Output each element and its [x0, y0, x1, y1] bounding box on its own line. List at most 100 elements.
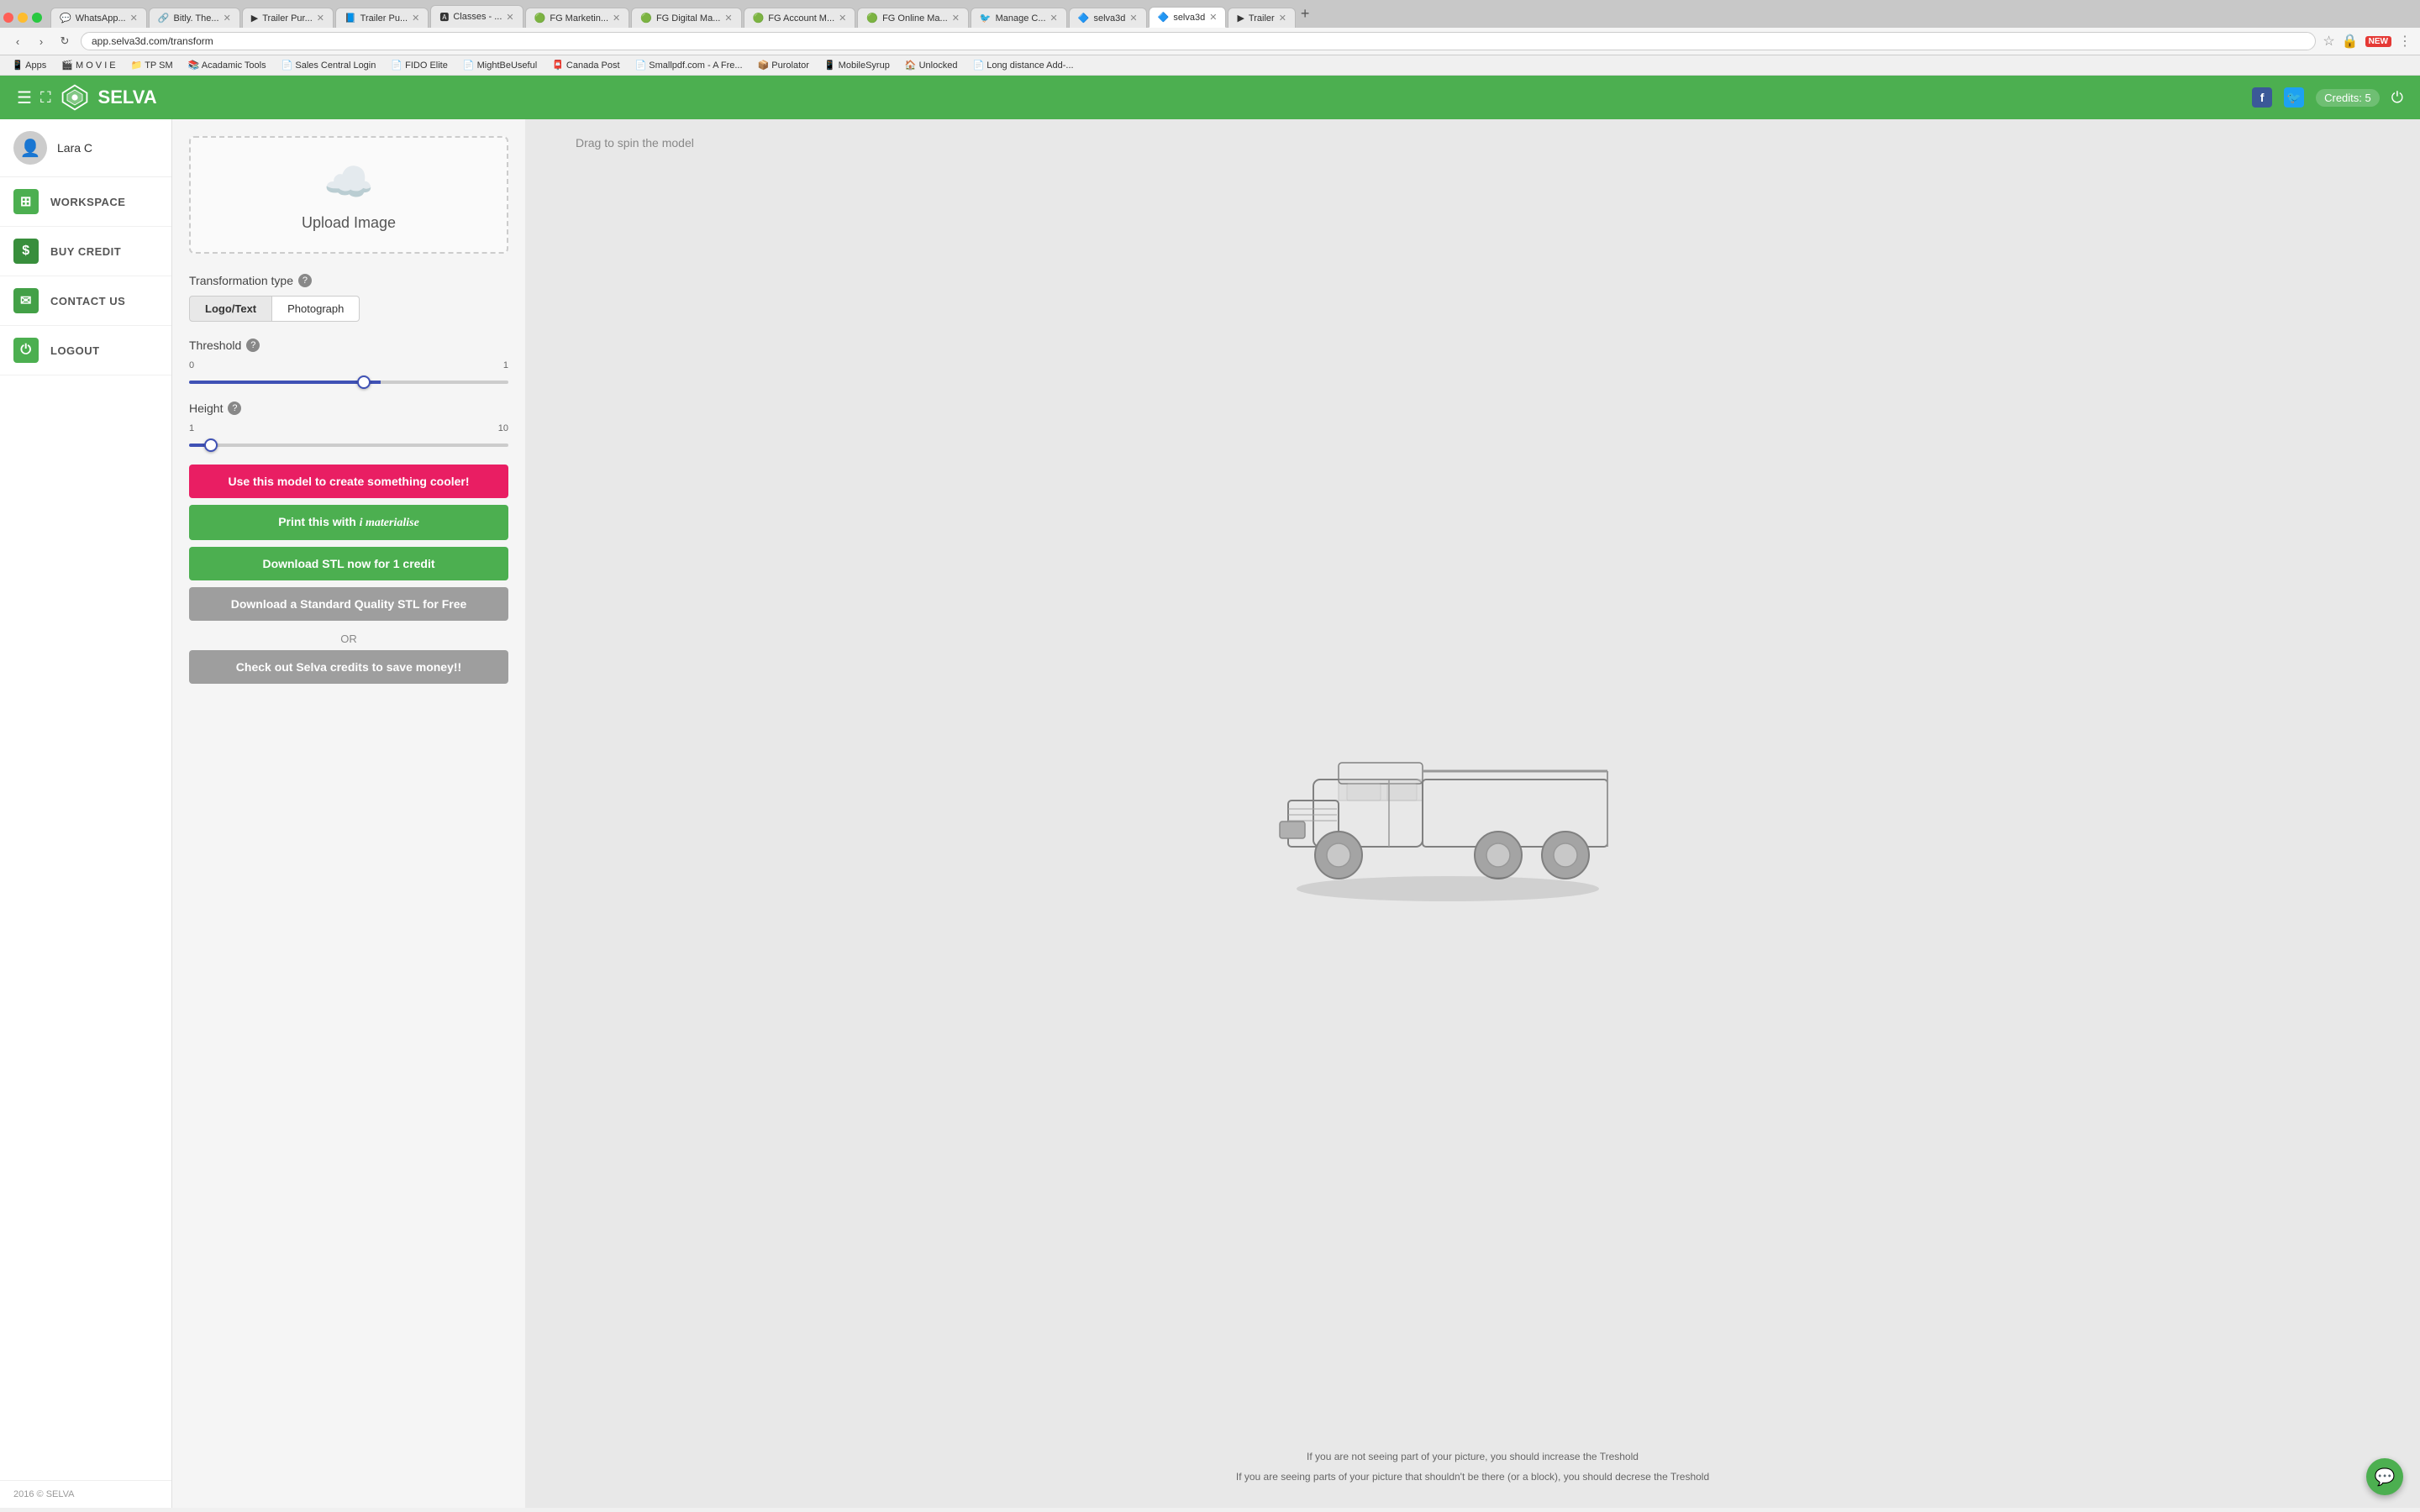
- model-container[interactable]: [542, 166, 2403, 1442]
- tab-trailer2[interactable]: 📘 Trailer Pu... ✕: [335, 8, 429, 28]
- tab-trailer1[interactable]: ▶ Trailer Pur... ✕: [242, 8, 334, 28]
- sidebar-item-workspace[interactable]: ⊞ WORKSPACE: [0, 177, 171, 227]
- bookmark-unlocked[interactable]: 🏠 Unlocked: [900, 58, 963, 72]
- selva-logo-icon: [60, 82, 90, 113]
- user-name: Lara C: [57, 141, 92, 155]
- bookmark-canadapost[interactable]: 📮 Canada Post: [547, 58, 624, 72]
- nav-controls: ‹ › ↻: [8, 32, 74, 50]
- tab-close-icon[interactable]: ✕: [839, 13, 846, 24]
- tab-close-icon[interactable]: ✕: [952, 13, 960, 24]
- use-model-btn[interactable]: Use this model to create something coole…: [189, 465, 508, 498]
- tab-close-icon[interactable]: ✕: [224, 13, 231, 24]
- user-section: 👤 Lara C: [0, 119, 171, 177]
- model-hint-1: If you are not seeing part of your pictu…: [1290, 1451, 1655, 1462]
- tab-whatsapp[interactable]: 💬 WhatsApp... ✕: [50, 8, 147, 28]
- bookmark-tpsm[interactable]: 📁 TP SM: [126, 58, 178, 72]
- threshold-help-icon[interactable]: ?: [246, 339, 260, 352]
- app-body: 👤 Lara C ⊞ WORKSPACE $ BUY CREDIT ✉ CONT…: [0, 119, 2420, 1508]
- tab-close-icon[interactable]: ✕: [1279, 13, 1286, 24]
- bookmark-movie[interactable]: 🎬 M O V I E: [56, 58, 120, 72]
- height-help-icon[interactable]: ?: [228, 402, 241, 415]
- credits-badge[interactable]: Credits: 5: [2316, 89, 2380, 107]
- sidebar-item-buy-credit[interactable]: $ BUY CREDIT: [0, 227, 171, 276]
- hamburger-menu-btn[interactable]: ☰: [17, 87, 32, 108]
- tab-fg-marketing[interactable]: 🟢 FG Marketin... ✕: [525, 8, 630, 28]
- tab-favicon: 🅰: [439, 10, 449, 24]
- extension-icon[interactable]: 🔒: [2342, 33, 2359, 50]
- bookmark-star-icon[interactable]: ☆: [2323, 33, 2334, 50]
- bookmark-apps[interactable]: 📱 Apps: [7, 58, 51, 72]
- bookmark-sales[interactable]: 📄 Sales Central Login: [276, 58, 381, 72]
- height-slider[interactable]: [189, 444, 508, 447]
- tab-close-icon[interactable]: ✕: [317, 13, 324, 24]
- minimize-window-btn[interactable]: [18, 13, 28, 23]
- tab-close-icon[interactable]: ✕: [1209, 12, 1217, 23]
- forward-btn[interactable]: ›: [32, 32, 50, 50]
- buy-credit-icon: $: [13, 239, 39, 264]
- download-stl-btn[interactable]: Download STL now for 1 credit: [189, 547, 508, 580]
- bookmark-fido[interactable]: 📄 FIDO Elite: [386, 58, 452, 72]
- tab-favicon: ▶: [1237, 13, 1244, 24]
- tab-bar: 💬 WhatsApp... ✕ 🔗 Bitly. The... ✕ ▶ Trai…: [0, 0, 2420, 28]
- url-input[interactable]: [81, 32, 2316, 50]
- back-btn[interactable]: ‹: [8, 32, 27, 50]
- sidebar-item-contact-us[interactable]: ✉ CONTACT US: [0, 276, 171, 326]
- tab-close-icon[interactable]: ✕: [506, 12, 513, 23]
- tab-close-icon[interactable]: ✕: [1050, 13, 1058, 24]
- tab-classes[interactable]: 🅰 Classes - ... ✕: [430, 5, 523, 28]
- print-materialise-btn[interactable]: Print this with i materialise: [189, 505, 508, 540]
- app-header: ☰ ⛶ SELVA f 🐦 Credits: 5 ⏻: [0, 76, 2420, 119]
- threshold-section: Threshold ? 0 1: [189, 339, 508, 386]
- bookmark-smallpdf[interactable]: 📄 Smallpdf.com - A Fre...: [630, 58, 748, 72]
- expand-btn[interactable]: ⛶: [40, 89, 51, 107]
- tab-manage-c[interactable]: 🐦 Manage C... ✕: [971, 8, 1067, 28]
- power-btn[interactable]: ⏻: [2391, 89, 2403, 107]
- photograph-btn[interactable]: Photograph: [272, 296, 360, 322]
- sidebar-item-logout[interactable]: ⏻ LOGOUT: [0, 326, 171, 375]
- contact-us-icon: ✉: [13, 288, 39, 313]
- transformation-type-label: Transformation type ?: [189, 274, 508, 287]
- tab-trailer3[interactable]: ▶ Trailer ✕: [1228, 8, 1295, 28]
- height-range-labels: 1 10: [189, 423, 508, 433]
- tab-close-icon[interactable]: ✕: [613, 13, 620, 24]
- tab-fg-digital[interactable]: 🟢 FG Digital Ma... ✕: [631, 8, 741, 28]
- tab-selva2[interactable]: 🔷 selva3d ✕: [1149, 7, 1227, 28]
- bookmark-academic[interactable]: 📚 Acadamic Tools: [183, 58, 271, 72]
- drag-hint: Drag to spin the model: [576, 136, 694, 150]
- threshold-slider[interactable]: [189, 381, 508, 384]
- reload-btn[interactable]: ↻: [55, 32, 74, 50]
- close-window-btn[interactable]: [3, 13, 13, 23]
- tab-close-icon[interactable]: ✕: [130, 13, 138, 24]
- new-tab-btn[interactable]: +: [1301, 5, 1310, 23]
- header-icons: f 🐦 Credits: 5 ⏻: [2252, 87, 2403, 108]
- 3d-model-view[interactable]: [1263, 670, 1683, 939]
- facebook-icon[interactable]: f: [2252, 87, 2272, 108]
- tab-selva1[interactable]: 🔷 selva3d ✕: [1069, 8, 1147, 28]
- twitter-icon[interactable]: 🐦: [2284, 87, 2304, 108]
- sidebar-footer: 2016 © SELVA: [0, 1480, 171, 1508]
- download-free-btn[interactable]: Download a Standard Quality STL for Free: [189, 587, 508, 621]
- bookmark-mightbeuseful[interactable]: 📄 MightBeUseful: [458, 58, 542, 72]
- tab-close-icon[interactable]: ✕: [412, 13, 419, 24]
- logo-text-btn[interactable]: Logo/Text: [189, 296, 272, 322]
- chat-widget-btn[interactable]: 💬: [2366, 1458, 2403, 1495]
- address-bar: ‹ › ↻ ☆ 🔒 NEW ⋮: [0, 28, 2420, 55]
- bookmark-longdistance[interactable]: 📄 Long distance Add-...: [967, 58, 1078, 72]
- menu-icon[interactable]: ⋮: [2398, 33, 2412, 50]
- tab-fg-online[interactable]: 🟢 FG Online Ma... ✕: [857, 8, 969, 28]
- chat-icon: 💬: [2375, 1467, 2396, 1488]
- bookmark-purolator[interactable]: 📦 Purolator: [753, 58, 814, 72]
- new-badge: NEW: [2365, 36, 2391, 47]
- transform-type-help-icon[interactable]: ?: [298, 274, 312, 287]
- upload-area[interactable]: ☁️ Upload Image: [189, 136, 508, 254]
- model-hint-2: If you are seeing parts of your picture …: [1219, 1471, 1726, 1483]
- height-label: Height ?: [189, 402, 508, 415]
- tab-bitly[interactable]: 🔗 Bitly. The... ✕: [149, 8, 240, 28]
- tab-fg-account[interactable]: 🟢 FG Account M... ✕: [744, 8, 856, 28]
- tab-close-icon[interactable]: ✕: [1129, 13, 1137, 24]
- tab-close-icon[interactable]: ✕: [724, 13, 732, 24]
- bookmark-mobilesyrup[interactable]: 📱 MobileSyrup: [819, 58, 895, 72]
- app-container: ☰ ⛶ SELVA f 🐦 Credits: 5 ⏻ 👤: [0, 76, 2420, 1508]
- check-credits-btn[interactable]: Check out Selva credits to save money!!: [189, 650, 508, 684]
- maximize-window-btn[interactable]: [32, 13, 42, 23]
